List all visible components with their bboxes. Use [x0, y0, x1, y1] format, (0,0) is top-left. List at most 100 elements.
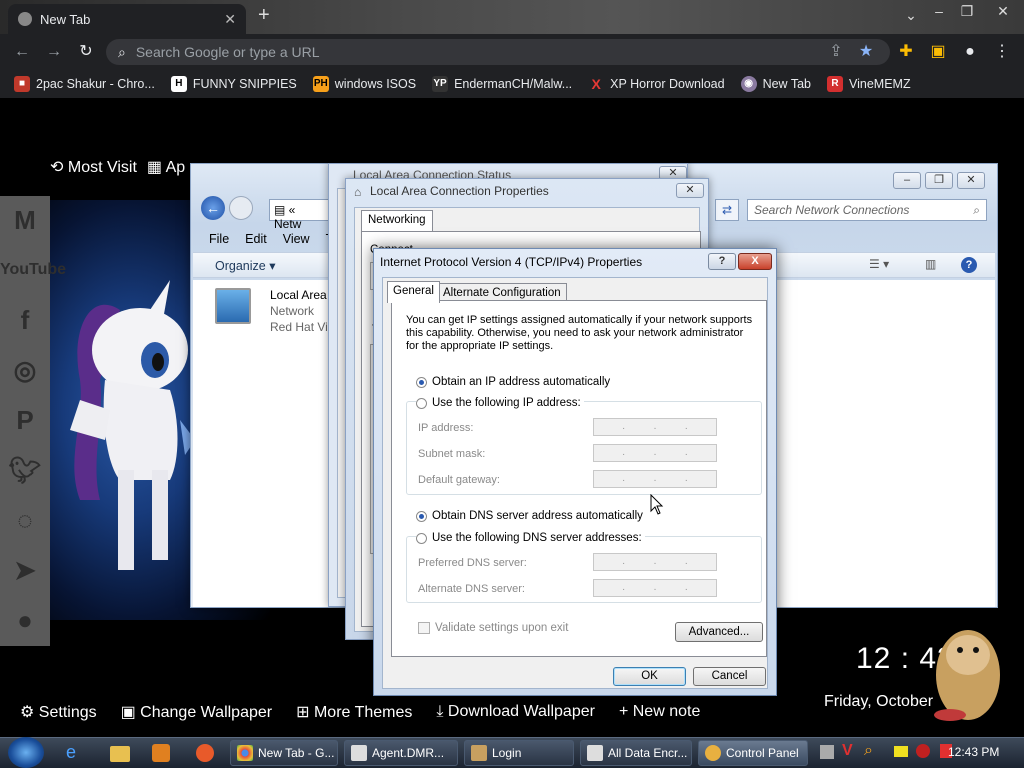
explorer-search-input[interactable]: Search Network Connections ⌕ — [747, 199, 987, 221]
app-icon[interactable] — [196, 744, 214, 762]
explorer-folder-icon[interactable] — [110, 746, 130, 762]
maximize-button[interactable]: ❐ — [952, 0, 982, 26]
apps-grid-icon: ▦ — [146, 159, 166, 176]
preview-pane-icon[interactable]: ▥ — [925, 257, 936, 271]
more-themes-link[interactable]: ⊞ More Themes — [296, 702, 412, 722]
change-wallpaper-link[interactable]: ▣ Change Wallpaper — [121, 702, 273, 722]
twitter-icon[interactable]: 🐦︎ — [0, 446, 50, 494]
side-panel-icon[interactable]: ▣ — [926, 40, 950, 64]
tray-chat-icon[interactable] — [894, 746, 908, 757]
dns-auto-radio[interactable] — [416, 510, 427, 522]
extensions-icon[interactable]: ✚ — [894, 40, 918, 64]
organize-button[interactable]: Organize ▾ — [215, 258, 275, 273]
profile-avatar[interactable]: ● — [958, 40, 982, 64]
ip-auto-option[interactable]: Obtain an IP address automatically — [416, 376, 610, 388]
pinterest-icon[interactable]: P — [0, 396, 50, 444]
taskbar-item-encrypt[interactable]: All Data Encr... — [580, 740, 692, 766]
ipv4-close-button[interactable]: X — [738, 253, 772, 270]
youtube-icon[interactable]: YouTube — [0, 246, 66, 294]
ip-manual-label: Use the following IP address: — [432, 397, 581, 409]
omnibox-placeholder: Search Google or type a URL — [135, 44, 320, 60]
refresh-button[interactable]: ⇄ — [715, 199, 739, 221]
media-player-icon[interactable] — [152, 744, 170, 762]
new-tab-button[interactable]: + — [258, 4, 270, 27]
chevron-down-icon[interactable]: ⌄ — [896, 4, 926, 30]
explorer-maximize-button[interactable]: ❐ — [925, 172, 953, 189]
most-visited-link[interactable]: ⟲ Most Visit — [50, 157, 137, 177]
ie-icon[interactable]: e — [66, 742, 76, 763]
view-options-icon[interactable]: ☰ ▾ — [869, 257, 889, 271]
start-button[interactable] — [8, 737, 44, 768]
menu-view[interactable]: View — [283, 232, 310, 246]
whatsapp-icon[interactable]: ◌ — [0, 496, 50, 544]
bookmark-item[interactable]: PH windows ISOS — [312, 76, 416, 92]
browser-tab[interactable]: New Tab ✕ — [8, 4, 246, 34]
explorer-minimize-button[interactable]: – — [893, 172, 921, 189]
bookmark-item[interactable]: H FUNNY SNIPPIES — [170, 76, 297, 92]
menu-file[interactable]: File — [209, 232, 229, 246]
settings-link[interactable]: ⚙ Settings — [20, 702, 97, 722]
nav-forward-button[interactable] — [229, 196, 253, 220]
ok-button[interactable]: OK — [613, 667, 686, 686]
forward-icon[interactable]: → — [42, 40, 66, 64]
tray-network-icon[interactable] — [820, 745, 834, 759]
omnibox[interactable]: ⌕ Search Google or type a URL — [106, 39, 890, 65]
organize-label: Organize — [215, 259, 266, 273]
taskbar-item-login[interactable]: Login — [464, 740, 574, 766]
nav-back-button[interactable]: ← — [201, 196, 225, 220]
bookmark-star-icon[interactable]: ★ — [854, 40, 878, 64]
bookmark-item[interactable]: R VineMEMZ — [827, 76, 911, 92]
bookmark-item[interactable]: ◉ New Tab — [740, 76, 811, 92]
dns-manual-option[interactable]: Use the following DNS server addresses: — [416, 532, 645, 544]
cancel-button[interactable]: Cancel — [693, 667, 766, 686]
back-icon[interactable]: ← — [10, 40, 34, 64]
taskbar-item-agent[interactable]: Agent.DMR... — [344, 740, 458, 766]
tray-volume-icon[interactable] — [916, 744, 930, 758]
close-tab-icon[interactable]: ✕ — [224, 11, 236, 28]
ph-icon: PH — [312, 76, 329, 92]
tab-general[interactable]: General — [387, 281, 440, 303]
telegram-icon[interactable]: ➤ — [0, 546, 50, 594]
dns-auto-option[interactable]: Obtain DNS server address automatically — [416, 510, 643, 522]
bookmarks-bar: ■ 2pac Shakur - Chro... H FUNNY SNIPPIES P… — [0, 70, 1024, 98]
address-bar[interactable]: ▤ « Netw — [269, 199, 329, 231]
facebook-icon[interactable]: f — [0, 296, 50, 344]
help-icon[interactable]: ? — [961, 257, 977, 273]
search-placeholder: Search Network Connections — [754, 203, 910, 217]
help-button[interactable]: ? — [708, 253, 736, 270]
tray-v-icon[interactable]: V — [842, 742, 853, 760]
new-note-link[interactable]: + New note — [619, 703, 700, 721]
menu-icon[interactable]: ⋮ — [990, 40, 1014, 64]
taskbar-clock[interactable]: 12:43 PM — [948, 745, 999, 759]
bookmark-item[interactable]: ■ 2pac Shakur - Chro... — [14, 76, 155, 92]
tray-search-icon[interactable]: ⌕ — [864, 742, 873, 760]
download-wallpaper-link[interactable]: ⤓ Download Wallpaper — [436, 703, 595, 721]
menu-edit[interactable]: Edit — [245, 232, 267, 246]
apps-link[interactable]: ▦ Ap — [147, 157, 185, 177]
more-themes-label: More Themes — [313, 704, 413, 721]
gmail-icon[interactable]: M — [0, 196, 50, 244]
dns-manual-radio[interactable] — [416, 532, 427, 544]
tab-networking[interactable]: Networking — [361, 210, 433, 232]
reload-icon[interactable]: ↻ — [74, 40, 98, 64]
bookmark-item[interactable]: YP EndermanCH/Malw... — [432, 76, 572, 92]
instagram-icon[interactable]: ◎ — [0, 346, 50, 394]
minimize-button[interactable]: – — [924, 0, 954, 26]
close-window-button[interactable]: ✕ — [988, 0, 1018, 26]
validate-option: Validate settings upon exit — [418, 622, 568, 634]
reddit-icon[interactable]: ● — [0, 596, 50, 644]
subnet-mask-field: ... — [593, 444, 717, 462]
ip-manual-radio[interactable] — [416, 397, 427, 409]
x-icon: X — [591, 76, 601, 92]
advanced-button[interactable]: Advanced... — [675, 622, 763, 642]
network-adapter-item[interactable]: Local Area Network Red Hat Vir — [215, 288, 335, 338]
ip-auto-radio[interactable] — [416, 376, 427, 388]
explorer-close-button[interactable]: ✕ — [957, 172, 985, 189]
share-icon[interactable]: ⇪ — [824, 40, 848, 64]
ip-manual-option[interactable]: Use the following IP address: — [416, 397, 584, 409]
taskbar-item-chrome[interactable]: New Tab - G... — [230, 740, 338, 766]
taskbar-item-control-panel[interactable]: Control Panel — [698, 740, 808, 766]
adapter-network: Network — [270, 304, 315, 318]
bookmark-item[interactable]: X XP Horror Download — [588, 76, 725, 92]
props-close-button[interactable]: ✕ — [676, 183, 704, 198]
